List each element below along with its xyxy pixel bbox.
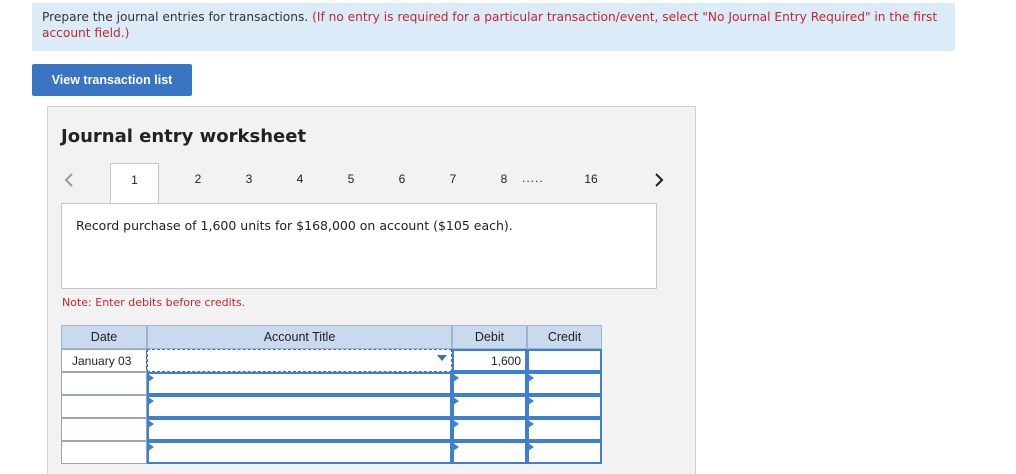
- view-transaction-list-button[interactable]: View transaction list: [32, 64, 192, 96]
- header-debit: Debit: [452, 325, 527, 349]
- table-row-date: [61, 441, 147, 464]
- account-title-select[interactable]: [147, 349, 452, 372]
- tab-2[interactable]: 2: [186, 172, 210, 188]
- table-row-date: January 03: [61, 349, 147, 372]
- tab-6[interactable]: 6: [390, 172, 414, 188]
- next-arrow-icon[interactable]: [652, 172, 666, 188]
- tab-5[interactable]: 5: [339, 172, 363, 188]
- instructions-text: Prepare the journal entries for transact…: [42, 10, 309, 24]
- input-marker-icon: [148, 397, 154, 405]
- input-marker-icon: [148, 443, 154, 451]
- input-marker-icon: [453, 397, 459, 405]
- worksheet-title: Journal entry worksheet: [61, 126, 307, 147]
- account-title-input[interactable]: [147, 418, 452, 441]
- tab-1[interactable]: 1: [110, 163, 159, 204]
- tab-4[interactable]: 4: [288, 172, 312, 188]
- input-marker-icon: [528, 420, 534, 428]
- input-marker-icon: [453, 374, 459, 382]
- account-title-input[interactable]: [147, 441, 452, 464]
- tab-16[interactable]: 16: [579, 172, 603, 188]
- table-row-date: [61, 418, 147, 441]
- tab-7[interactable]: 7: [441, 172, 465, 188]
- tabs-ellipsis: .....: [522, 171, 544, 185]
- input-marker-icon: [148, 374, 154, 382]
- input-marker-icon: [453, 420, 459, 428]
- table-row-date: [61, 395, 147, 418]
- debit-input[interactable]: [452, 418, 527, 441]
- credit-input[interactable]: [527, 349, 602, 372]
- debit-input[interactable]: [452, 372, 527, 395]
- table-row-date: [61, 372, 147, 395]
- header-date: Date: [61, 325, 147, 349]
- header-account-title: Account Title: [147, 325, 452, 349]
- debit-input[interactable]: [452, 395, 527, 418]
- input-marker-icon: [453, 443, 459, 451]
- credit-input[interactable]: [527, 418, 602, 441]
- header-credit: Credit: [527, 325, 602, 349]
- account-title-input[interactable]: [147, 372, 452, 395]
- account-title-input[interactable]: [147, 395, 452, 418]
- input-marker-icon: [148, 420, 154, 428]
- credit-input[interactable]: [527, 395, 602, 418]
- debits-note: Note: Enter debits before credits.: [62, 296, 246, 309]
- credit-input[interactable]: [527, 372, 602, 395]
- tab-8[interactable]: 8: [492, 172, 516, 188]
- instructions-banner: Prepare the journal entries for transact…: [32, 3, 955, 51]
- input-marker-icon: [528, 374, 534, 382]
- previous-arrow-icon[interactable]: [62, 172, 76, 188]
- tab-3[interactable]: 3: [237, 172, 261, 188]
- dropdown-arrow-icon[interactable]: [437, 355, 447, 361]
- debit-input[interactable]: [452, 441, 527, 464]
- transaction-description: Record purchase of 1,600 units for $168,…: [76, 218, 513, 233]
- input-marker-icon: [528, 397, 534, 405]
- credit-input[interactable]: [527, 441, 602, 464]
- debit-input[interactable]: 1,600: [452, 349, 527, 372]
- transaction-description-box: [61, 203, 657, 289]
- input-marker-icon: [528, 443, 534, 451]
